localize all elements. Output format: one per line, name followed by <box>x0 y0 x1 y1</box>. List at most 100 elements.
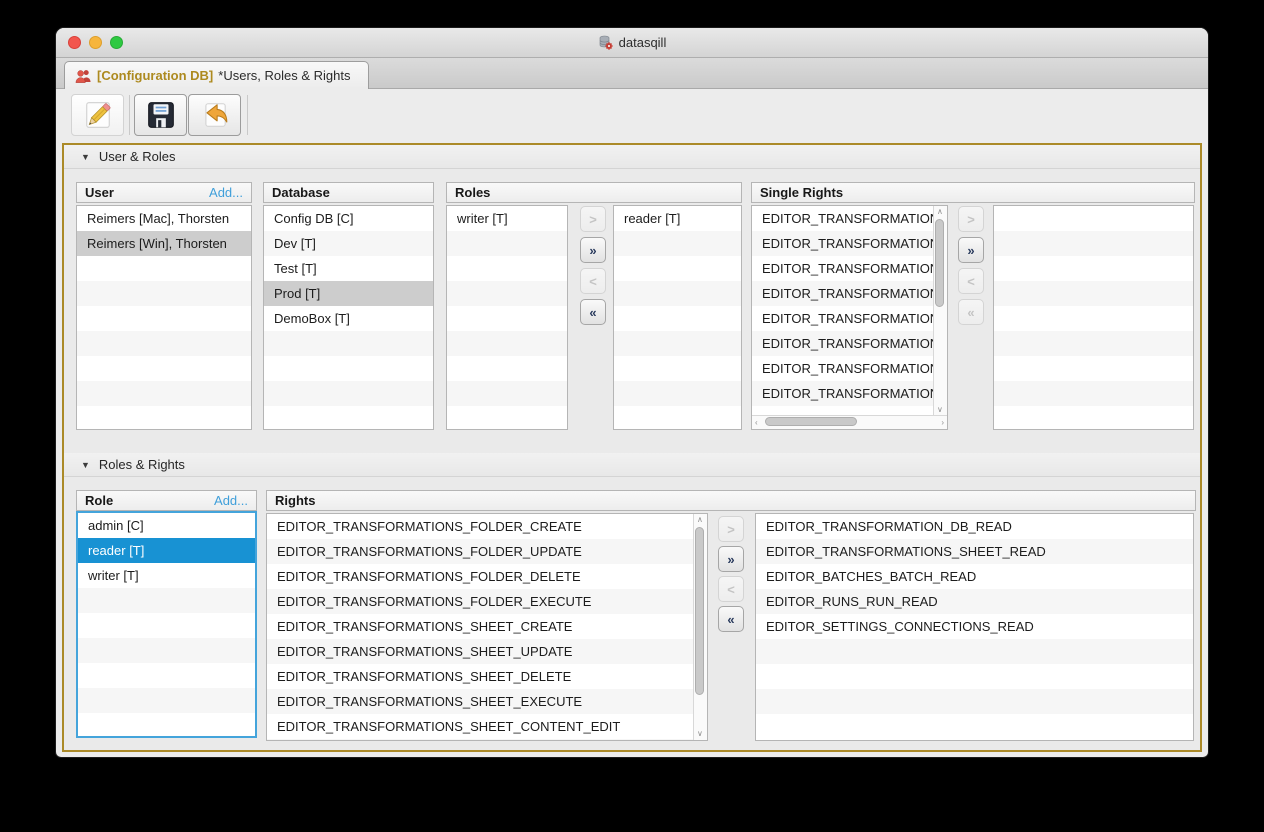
list-item[interactable]: EDITOR_TRANSFORMATIONS_FOLDER_CREATE <box>267 514 694 539</box>
list-empty-row <box>614 231 741 256</box>
list-item[interactable]: EDITOR_TRANSFORMATIONS_SHEET_DELETE <box>267 664 694 689</box>
rights-move-all-left-button[interactable]: « <box>718 606 744 632</box>
roles-move-all-right-button[interactable]: » <box>580 237 606 263</box>
rights-move-right-button[interactable]: > <box>718 516 744 542</box>
single-rights-available-list[interactable]: EDITOR_TRANSFORMATIONEDITOR_TRANSFORMATI… <box>751 205 948 430</box>
list-item[interactable]: reader [T] <box>614 206 741 231</box>
window-title: datasqill <box>619 35 667 50</box>
rights-header-label: Rights <box>275 493 315 508</box>
list-item[interactable]: EDITOR_BATCHES_BATCH_READ <box>756 564 1193 589</box>
rights-move-left-button[interactable]: < <box>718 576 744 602</box>
horizontal-scrollbar[interactable]: ‹ › <box>752 415 947 429</box>
rights-move-all-right-button[interactable]: » <box>718 546 744 572</box>
zoom-button[interactable] <box>110 36 123 49</box>
scrollbar-thumb[interactable] <box>765 417 857 426</box>
section-header-user-roles[interactable]: ▼ User & Roles <box>64 145 1200 169</box>
list-item[interactable]: EDITOR_TRANSFORMATION <box>752 206 934 231</box>
add-role-link[interactable]: Add... <box>214 493 248 508</box>
list-empty-row <box>447 231 567 256</box>
list-item[interactable]: EDITOR_TRANSFORMATION <box>752 281 934 306</box>
role-list[interactable]: admin [C]reader [T]writer [T] <box>76 511 257 738</box>
list-item[interactable]: Config DB [C] <box>264 206 433 231</box>
single-rights-assigned-list[interactable] <box>993 205 1194 430</box>
list-item[interactable]: EDITOR_TRANSFORMATIONS_SHEET_READ <box>756 539 1193 564</box>
list-empty-row <box>756 664 1193 689</box>
list-item[interactable]: EDITOR_SETTINGS_CONNECTIONS_READ <box>756 614 1193 639</box>
scroll-down-icon[interactable]: ∨ <box>937 406 943 414</box>
scrollbar-thumb[interactable] <box>695 527 704 695</box>
rights-available-list[interactable]: EDITOR_TRANSFORMATIONS_FOLDER_CREATEEDIT… <box>266 513 708 741</box>
edit-button[interactable] <box>71 94 124 136</box>
list-item[interactable]: EDITOR_TRANSFORMATION <box>752 256 934 281</box>
users-icon <box>75 69 92 83</box>
vertical-scrollbar[interactable]: ∧ ∨ <box>693 514 707 740</box>
list-item[interactable]: Test [T] <box>264 256 433 281</box>
single-rights-move-all-left-button[interactable]: « <box>958 299 984 325</box>
list-empty-row <box>78 663 255 688</box>
list-item[interactable]: EDITOR_TRANSFORMATIONS_FOLDER_EXECUTE <box>267 589 694 614</box>
section-header-roles-rights[interactable]: ▼ Roles & Rights <box>64 453 1200 477</box>
list-empty-row <box>447 381 567 406</box>
list-item[interactable]: admin [C] <box>78 513 255 538</box>
list-empty-row <box>447 281 567 306</box>
list-empty-row <box>77 281 251 306</box>
list-empty-row <box>994 356 1193 381</box>
user-list[interactable]: Reimers [Mac], ThorstenReimers [Win], Th… <box>76 205 252 430</box>
close-button[interactable] <box>68 36 81 49</box>
list-empty-row <box>994 406 1193 430</box>
database-list[interactable]: Config DB [C]Dev [T]Test [T]Prod [T]Demo… <box>263 205 434 430</box>
list-empty-row <box>994 231 1193 256</box>
undo-button[interactable] <box>188 94 241 136</box>
list-item[interactable]: EDITOR_TRANSFORMATION <box>752 306 934 331</box>
list-item[interactable]: Reimers [Mac], Thorsten <box>77 206 251 231</box>
add-user-link[interactable]: Add... <box>209 185 243 200</box>
toolbar-separator <box>129 95 130 135</box>
list-item[interactable]: EDITOR_TRANSFORMATION <box>752 356 934 381</box>
list-item[interactable]: EDITOR_TRANSFORMATIONS_FOLDER_DELETE <box>267 564 694 589</box>
list-item[interactable]: EDITOR_TRANSFORMATION <box>752 381 934 406</box>
list-item[interactable]: EDITOR_TRANSFORMATION_DB_READ <box>756 514 1193 539</box>
scroll-down-icon[interactable]: ∨ <box>697 730 703 738</box>
scroll-right-icon[interactable]: › <box>941 419 944 427</box>
list-item[interactable]: EDITOR_TRANSFORMATIONS_SHEET_CONTENT_EDI… <box>267 714 694 739</box>
list-item[interactable]: writer [T] <box>447 206 567 231</box>
list-item[interactable]: DemoBox [T] <box>264 306 433 331</box>
tab-users-roles-rights[interactable]: [Configuration DB] *Users, Roles & Right… <box>64 61 369 89</box>
roles-move-all-left-button[interactable]: « <box>580 299 606 325</box>
list-item[interactable]: EDITOR_TRANSFORMATIONS_SHEET_UPDATE <box>267 639 694 664</box>
list-empty-row <box>77 306 251 331</box>
list-empty-row <box>77 381 251 406</box>
roles-move-right-button[interactable]: > <box>580 206 606 232</box>
rights-assigned-list[interactable]: EDITOR_TRANSFORMATION_DB_READEDITOR_TRAN… <box>755 513 1194 741</box>
list-empty-row <box>77 356 251 381</box>
vertical-scrollbar[interactable]: ∧ ∨ <box>933 206 947 416</box>
scroll-up-icon[interactable]: ∧ <box>697 516 703 524</box>
role-header-label: Role <box>85 493 113 508</box>
save-button[interactable] <box>134 94 187 136</box>
roles-assigned-list[interactable]: reader [T] <box>613 205 742 430</box>
roles-move-left-button[interactable]: < <box>580 268 606 294</box>
scroll-left-icon[interactable]: ‹ <box>755 419 758 427</box>
list-item[interactable]: EDITOR_RUNS_RUN_READ <box>756 589 1193 614</box>
scrollbar-thumb[interactable] <box>935 219 944 307</box>
list-empty-row <box>264 406 433 430</box>
list-item[interactable]: reader [T] <box>78 538 255 563</box>
list-empty-row <box>78 613 255 638</box>
minimize-button[interactable] <box>89 36 102 49</box>
list-item[interactable]: EDITOR_TRANSFORMATIONS_SHEET_CREATE <box>267 614 694 639</box>
list-item[interactable]: Reimers [Win], Thorsten <box>77 231 251 256</box>
list-item[interactable]: EDITOR_TRANSFORMATIONS_SHEET_EXECUTE <box>267 689 694 714</box>
list-item[interactable]: Prod [T] <box>264 281 433 306</box>
undo-arrow-icon <box>200 100 230 130</box>
list-item[interactable]: writer [T] <box>78 563 255 588</box>
roles-available-list[interactable]: writer [T] <box>446 205 568 430</box>
list-item[interactable]: EDITOR_TRANSFORMATION <box>752 331 934 356</box>
list-item[interactable]: Dev [T] <box>264 231 433 256</box>
app-window: datasqill [Configuration DB] *Users, Rol… <box>56 28 1208 757</box>
single-rights-move-right-button[interactable]: > <box>958 206 984 232</box>
single-rights-move-left-button[interactable]: < <box>958 268 984 294</box>
list-item[interactable]: EDITOR_TRANSFORMATION <box>752 231 934 256</box>
single-rights-move-all-right-button[interactable]: » <box>958 237 984 263</box>
list-item[interactable]: EDITOR_TRANSFORMATIONS_FOLDER_UPDATE <box>267 539 694 564</box>
scroll-up-icon[interactable]: ∧ <box>937 208 943 216</box>
